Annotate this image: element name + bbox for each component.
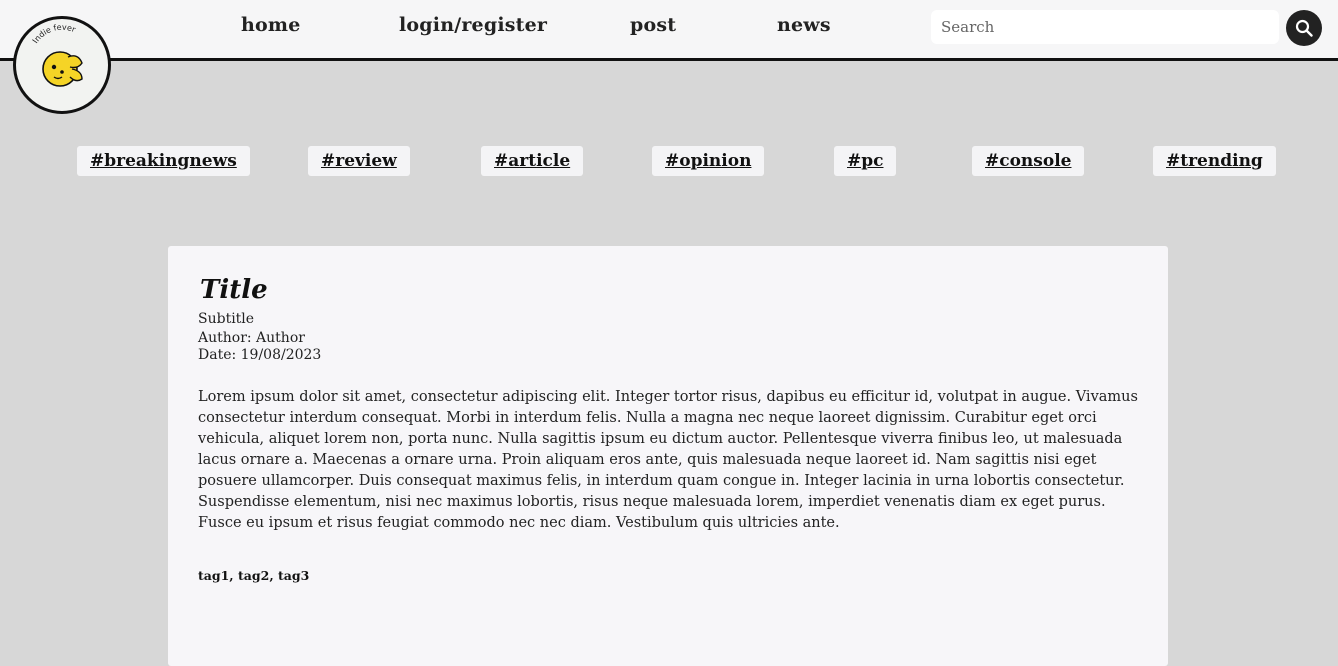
post-subtitle: Subtitle: [198, 311, 255, 327]
svg-text:Indie fever: Indie fever: [31, 23, 78, 45]
search-icon: [1295, 19, 1313, 37]
hashtag-article[interactable]: #article: [481, 146, 584, 176]
site-logo[interactable]: Indie fever: [13, 16, 111, 114]
hashtag-trending[interactable]: #trending: [1153, 146, 1276, 176]
nav-link-news[interactable]: news: [777, 14, 831, 36]
hashtag-breakingnews[interactable]: #breakingnews: [77, 146, 250, 176]
post-title: Title: [200, 275, 268, 305]
hashtag-console[interactable]: #console: [972, 146, 1085, 176]
hashtag-review[interactable]: #review: [308, 146, 410, 176]
logo-mascot-icon: Indie fever: [31, 23, 83, 87]
hashtag-opinion[interactable]: #opinion: [652, 146, 765, 176]
post-body: Lorem ipsum dolor sit amet, consectetur …: [198, 389, 1138, 531]
nav-link-post[interactable]: post: [630, 14, 676, 36]
post-card: Title Subtitle Author: Author Date: 19/0…: [168, 246, 1168, 666]
search-button[interactable]: [1286, 10, 1322, 46]
nav-link-home[interactable]: home: [241, 14, 300, 36]
post-author: Author: Author: [198, 330, 305, 346]
top-navigation-bar: home login/register post news: [0, 0, 1338, 61]
search-input[interactable]: [931, 10, 1279, 44]
post-date: Date: 19/08/2023: [198, 347, 322, 363]
hashtag-pc[interactable]: #pc: [834, 146, 897, 176]
post-tags: tag1, tag2, tag3: [198, 568, 310, 583]
logo-text: Indie fever: [31, 23, 78, 45]
nav-link-login-register[interactable]: login/register: [399, 14, 547, 36]
